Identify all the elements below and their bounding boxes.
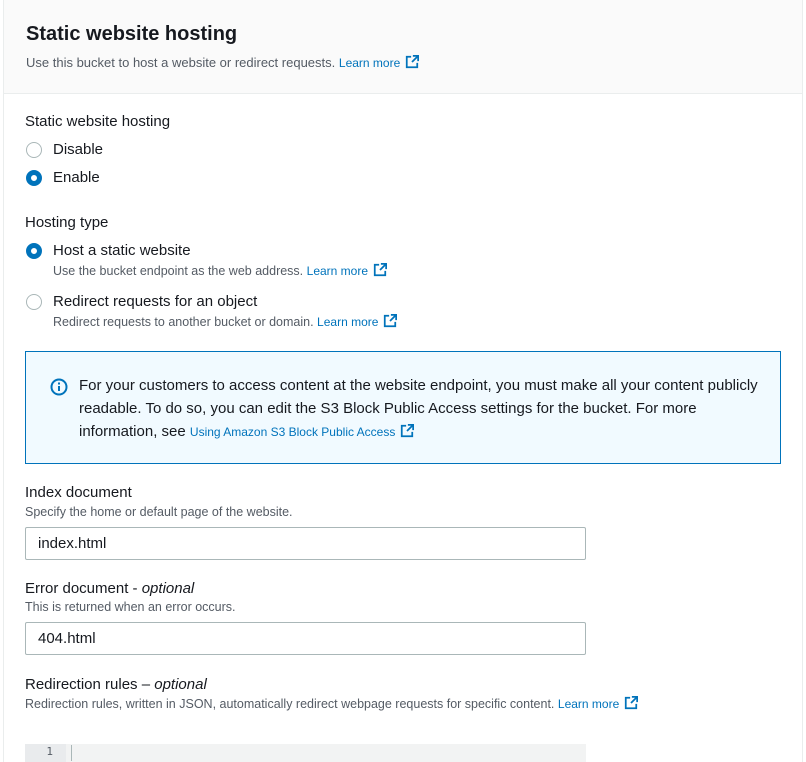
radio-disable-label[interactable]: Disable: [53, 141, 103, 158]
panel-description-text: Use this bucket to host a website or red…: [26, 55, 336, 70]
error-document-label-text: Error document -: [25, 580, 142, 597]
redirect-learn-more-label: Learn more: [317, 315, 379, 329]
error-document-optional: optional: [141, 580, 195, 597]
panel-title: Static website hosting: [26, 23, 238, 45]
external-link-icon: [373, 263, 388, 277]
host-static-website-description-text: Use the bucket endpoint as the web addre…: [53, 264, 304, 278]
host-static-learn-more-label: Learn more: [306, 264, 369, 278]
index-document-description: Specify the home or default page of the …: [25, 505, 293, 519]
radio-enable-label[interactable]: Enable: [53, 169, 100, 186]
external-link-icon: [384, 314, 398, 328]
line-number-gutter: 1: [25, 744, 66, 762]
error-document-label: Error document - optional: [25, 580, 194, 597]
index-document-label: Index document: [25, 484, 132, 501]
header-learn-more-link[interactable]: Learn more: [338, 55, 420, 70]
block-public-access-link-label: Using Amazon S3 Block Public Access: [189, 425, 396, 439]
error-document-description: This is returned when an error occurs.: [25, 600, 236, 614]
editor-cursor: [71, 745, 72, 761]
redirect-learn-more-link[interactable]: Learn more: [317, 314, 398, 329]
info-alert-message: For your customers to access content at …: [79, 377, 758, 440]
redirection-rules-description: Redirection rules, written in JSON, auto…: [25, 696, 639, 711]
radio-host-static-website[interactable]: [26, 243, 42, 259]
redirection-rules-description-text: Redirection rules, written in JSON, auto…: [25, 697, 555, 711]
external-link-icon: [406, 55, 420, 69]
radio-host-static-website-label[interactable]: Host a static website: [53, 242, 191, 259]
panel-header: Static website hosting Use this bucket t…: [4, 0, 802, 94]
external-link-icon: [625, 696, 639, 710]
panel-description: Use this bucket to host a website or red…: [26, 55, 420, 70]
info-alert-text: For your customers to access content at …: [79, 374, 769, 444]
host-static-learn-more-link[interactable]: Learn more: [306, 263, 388, 278]
radio-redirect-requests-label[interactable]: Redirect requests for an object: [53, 293, 257, 310]
redirection-rules-editor[interactable]: 1: [25, 744, 586, 762]
block-public-access-link[interactable]: Using Amazon S3 Block Public Access: [189, 424, 415, 439]
header-learn-more-label: Learn more: [338, 56, 401, 70]
radio-redirect-requests[interactable]: [26, 294, 42, 310]
host-static-website-description: Use the bucket endpoint as the web addre…: [53, 263, 388, 278]
redirection-rules-label-text: Redirection rules –: [25, 676, 155, 693]
redirection-rules-optional: optional: [154, 676, 207, 693]
info-alert: For your customers to access content at …: [25, 351, 781, 464]
redirection-rules-label: Redirection rules – optional: [25, 676, 207, 693]
external-link-icon: [401, 424, 415, 438]
radio-disable[interactable]: [26, 142, 42, 158]
hosting-type-label: Hosting type: [25, 214, 109, 231]
error-document-input[interactable]: 404.html: [25, 622, 586, 655]
redirect-requests-description-text: Redirect requests to another bucket or d…: [53, 315, 314, 329]
redirect-requests-description: Redirect requests to another bucket or d…: [53, 314, 398, 329]
radio-enable[interactable]: [26, 170, 42, 186]
index-document-input[interactable]: index.html: [25, 527, 586, 560]
info-icon: [50, 378, 68, 396]
hosting-label: Static website hosting: [25, 113, 171, 130]
redirection-learn-more-link[interactable]: Learn more: [557, 696, 639, 711]
redirection-learn-more-label: Learn more: [557, 697, 620, 711]
